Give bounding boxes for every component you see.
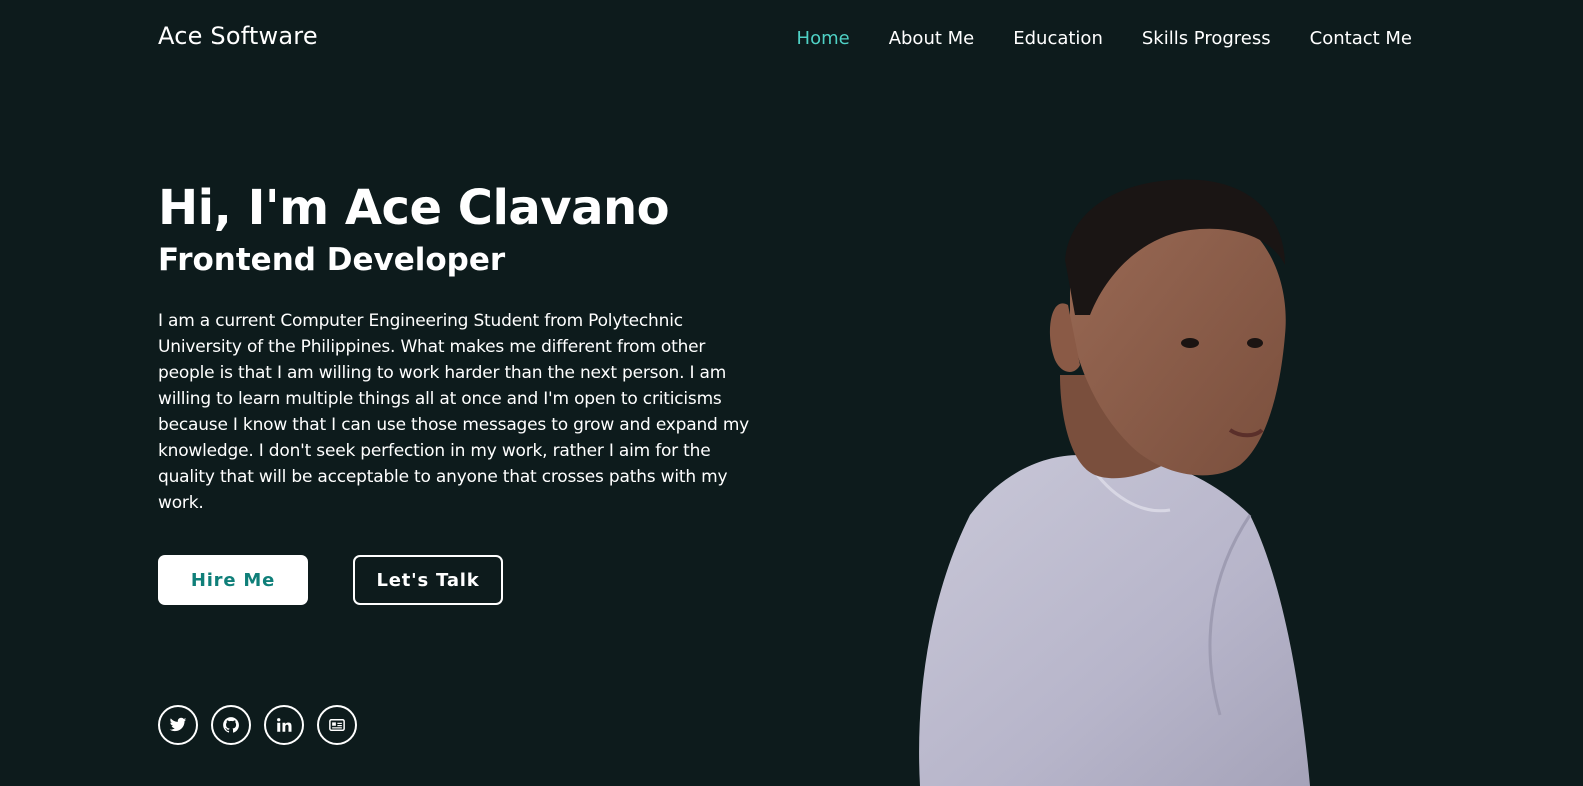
nav-skills-progress[interactable]: Skills Progress [1142, 28, 1271, 49]
social-links [158, 705, 357, 745]
resume-link[interactable] [317, 705, 357, 745]
nav-links: Home About Me Education Skills Progress … [797, 28, 1412, 49]
hero-bio: I am a current Computer Engineering Stud… [158, 311, 750, 513]
profile-photo [919, 179, 1310, 786]
linkedin-link[interactable] [264, 705, 304, 745]
hero-title: Hi, I'm Ace Clavano [158, 180, 670, 236]
nav-contact-me[interactable]: Contact Me [1310, 28, 1412, 49]
hire-me-button[interactable]: Hire Me [158, 555, 308, 605]
brand-logo[interactable]: Ace Software [158, 22, 318, 50]
github-icon [223, 717, 239, 733]
nav-education[interactable]: Education [1013, 28, 1103, 49]
twitter-icon [169, 717, 187, 732]
id-card-icon [329, 719, 345, 731]
linkedin-icon [277, 718, 292, 732]
twitter-link[interactable] [158, 705, 198, 745]
hero-section: Hi, I'm Ace Clavano Frontend Developer I… [158, 178, 758, 533]
github-link[interactable] [211, 705, 251, 745]
navbar: Ace Software Home About Me Education Ski… [0, 0, 1583, 80]
nav-home[interactable]: Home [797, 28, 850, 49]
nav-about-me[interactable]: About Me [889, 28, 975, 49]
lets-talk-button[interactable]: Let's Talk [353, 555, 503, 605]
hero-subtitle: Frontend Developer [158, 242, 506, 278]
